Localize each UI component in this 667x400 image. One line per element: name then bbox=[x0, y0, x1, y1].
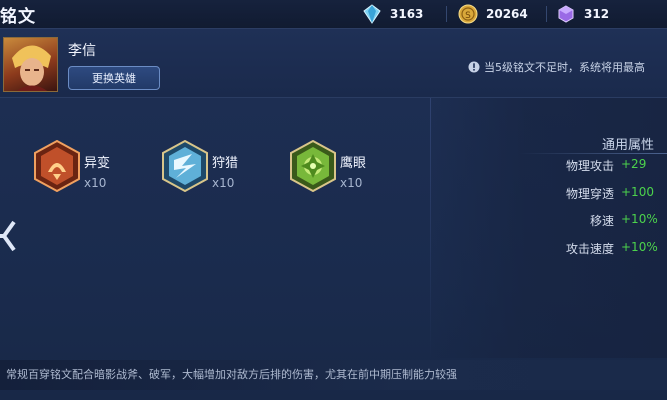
rune-count: x10 bbox=[84, 176, 107, 190]
gold-currency: S 20264 bbox=[458, 3, 528, 25]
rune-count: x10 bbox=[212, 176, 235, 190]
rune-name: 异变 bbox=[84, 156, 111, 171]
svg-text:S: S bbox=[465, 11, 471, 21]
info-icon bbox=[468, 61, 480, 73]
purple-crystal-icon bbox=[558, 5, 574, 23]
rune-name: 狩猎 bbox=[212, 156, 239, 171]
rune-name: 鹰眼 bbox=[340, 156, 367, 171]
attribute-row: 物理穿透 +100 bbox=[460, 183, 667, 203]
attribute-value: +10% bbox=[621, 240, 658, 254]
attribute-value: +10% bbox=[621, 212, 658, 226]
currency-divider bbox=[546, 6, 547, 22]
attribute-value: +29 bbox=[621, 157, 647, 171]
hero-panel: 李信 更换英雄 当5级铭文不足时，系统将用最高 bbox=[0, 29, 667, 98]
currency-divider bbox=[446, 6, 447, 22]
main-area: 通用属性 物理攻击 +29 物理穿透 +100 移速 +10% 攻击速度 +10… bbox=[0, 98, 667, 400]
attribute-value: +100 bbox=[621, 185, 654, 199]
back-arrow-icon[interactable] bbox=[0, 218, 18, 254]
attribute-label: 物理穿透 bbox=[565, 187, 614, 201]
attribute-row: 物理攻击 +29 bbox=[460, 155, 667, 175]
attributes-title: 通用属性 bbox=[601, 138, 654, 153]
top-bar: 铭文 3163 S 20264 312 bbox=[0, 0, 667, 29]
page-title: 铭文 bbox=[0, 7, 36, 27]
rune-description: 常规百穿铭文配合暗影战斧、破军，大幅增加对敌方后排的伤害，尤其在前中期压制能力较… bbox=[6, 368, 457, 381]
red-rune-icon bbox=[34, 140, 80, 192]
green-rune-icon bbox=[290, 140, 336, 192]
crystal-count: 312 bbox=[584, 7, 610, 21]
gold-coin-icon: S bbox=[458, 4, 478, 24]
rune-count: x10 bbox=[340, 176, 363, 190]
change-hero-button[interactable]: 更换英雄 bbox=[68, 66, 160, 90]
notice-text: 当5级铭文不足时，系统将用最高 bbox=[484, 61, 645, 74]
attribute-row: 移速 +10% bbox=[460, 210, 667, 230]
panel-divider bbox=[430, 98, 431, 360]
gold-count: 20264 bbox=[486, 7, 528, 21]
blue-rune-icon bbox=[162, 140, 208, 192]
attributes-underline bbox=[520, 153, 667, 154]
diamond-gem-icon bbox=[363, 4, 381, 24]
attribute-label: 攻击速度 bbox=[565, 242, 614, 256]
attribute-row: 攻击速度 +10% bbox=[460, 238, 667, 258]
attribute-label: 移速 bbox=[589, 214, 614, 228]
diamond-count: 3163 bbox=[390, 7, 424, 21]
crystal-currency: 312 bbox=[556, 3, 609, 25]
diamond-currency: 3163 bbox=[362, 3, 423, 25]
hero-name: 李信 bbox=[68, 43, 96, 59]
hero-portrait-icon bbox=[12, 45, 51, 91]
avatar[interactable] bbox=[3, 37, 58, 92]
notice: 当5级铭文不足时，系统将用最高 bbox=[468, 59, 645, 75]
attribute-label: 物理攻击 bbox=[565, 159, 614, 173]
